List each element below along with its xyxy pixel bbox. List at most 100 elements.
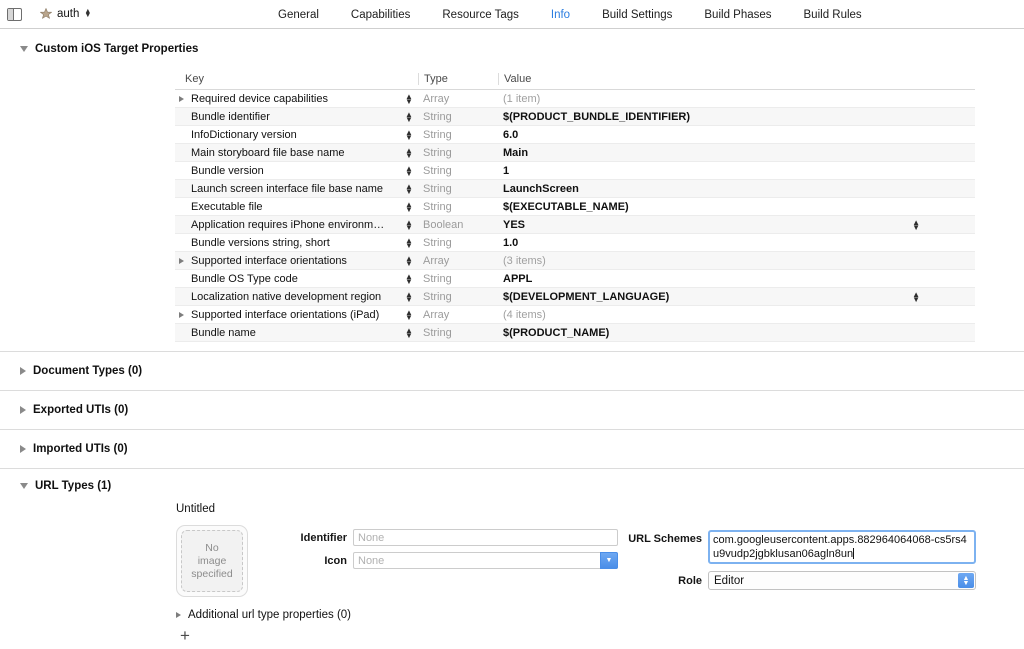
plist-key-cell[interactable]: Main storyboard file base name ▲ ▼ (175, 147, 418, 159)
plist-value-cell[interactable]: (1 item) (498, 93, 975, 105)
disclosure-triangle-right-icon[interactable] (179, 312, 191, 318)
disclosure-triangle-right-icon[interactable] (176, 612, 181, 618)
value-stepper-icon[interactable]: ▲ ▼ (912, 291, 920, 304)
key-stepper-icon[interactable]: ▲ ▼ (402, 309, 416, 321)
key-stepper-icon[interactable]: ▲ ▼ (402, 219, 416, 231)
key-stepper-icon[interactable]: ▲ ▼ (402, 273, 416, 285)
plist-row[interactable]: Bundle version ▲ ▼ String 1 (175, 162, 975, 180)
add-url-type-button[interactable]: + (180, 627, 194, 644)
plist-row[interactable]: Application requires iPhone environm… ▲ ▼ B… (175, 216, 975, 234)
tab-build-phases[interactable]: Build Phases (688, 9, 787, 21)
plist-row[interactable]: Bundle identifier ▲ ▼ String $(PRODUCT_BUNDL… (175, 108, 975, 126)
tab-info[interactable]: Info (535, 9, 586, 21)
plist-type-cell[interactable]: String (418, 291, 498, 303)
role-select[interactable]: Editor ▲ ▼ (708, 571, 976, 590)
plist-type-cell[interactable]: Array (418, 309, 498, 321)
tab-capabilities[interactable]: Capabilities (335, 9, 426, 21)
plist-type-cell[interactable]: String (418, 273, 498, 285)
url-type-entry-name[interactable]: Untitled (176, 503, 1024, 515)
section-header-custom-ios-target-properties[interactable]: Custom iOS Target Properties (0, 38, 1024, 60)
plist-row[interactable]: Bundle OS Type code ▲ ▼ String APPL (175, 270, 975, 288)
key-stepper-icon[interactable]: ▲ ▼ (402, 237, 416, 249)
collapsed-section-header[interactable]: Imported UTIs (0) (0, 430, 1024, 469)
key-stepper-icon[interactable]: ▲ ▼ (402, 111, 416, 123)
navigator-toggle-icon[interactable] (7, 7, 22, 21)
plist-value-cell[interactable]: (3 items) (498, 255, 975, 267)
plist-value-cell[interactable]: $(PRODUCT_BUNDLE_IDENTIFIER) (498, 111, 975, 123)
role-stepper-chevron-icon[interactable]: ▲ ▼ (958, 573, 974, 588)
plist-value-cell[interactable]: $(EXECUTABLE_NAME) (498, 201, 975, 213)
plist-type-cell[interactable]: Boolean (418, 219, 498, 231)
key-stepper-icon[interactable]: ▲ ▼ (402, 147, 416, 159)
disclosure-triangle-right-icon[interactable] (179, 96, 191, 102)
plist-key-cell[interactable]: Localization native development region ▲ ▼ (175, 291, 418, 303)
plist-key-cell[interactable]: Bundle name ▲ ▼ (175, 327, 418, 339)
key-stepper-icon[interactable]: ▲ ▼ (402, 327, 416, 339)
collapsed-section-header[interactable]: Document Types (0) (0, 352, 1024, 391)
plist-key-cell[interactable]: Application requires iPhone environm… ▲ ▼ (175, 219, 418, 231)
disclosure-triangle-right-icon[interactable] (20, 445, 26, 453)
plist-row[interactable]: Main storyboard file base name ▲ ▼ String Ma… (175, 144, 975, 162)
disclosure-triangle-down-icon[interactable] (20, 483, 28, 489)
plist-type-cell[interactable]: Array (418, 255, 498, 267)
plist-value-cell[interactable]: Main (498, 147, 975, 159)
plist-row[interactable]: Bundle name ▲ ▼ String $(PRODUCT_NAME) (175, 324, 975, 342)
plist-type-cell[interactable]: String (418, 201, 498, 213)
icon-input[interactable] (353, 552, 618, 569)
plist-type-cell[interactable]: String (418, 183, 498, 195)
plist-value-cell[interactable]: YES ▲ ▼ (498, 219, 975, 232)
plist-row[interactable]: Required device capabilities ▲ ▼ Array (1 it… (175, 90, 975, 108)
additional-url-type-properties[interactable]: Additional url type properties (0) (176, 609, 1024, 621)
plist-type-cell[interactable]: String (418, 111, 498, 123)
plist-value-cell[interactable]: APPL (498, 273, 975, 285)
tab-build-rules[interactable]: Build Rules (788, 9, 878, 21)
key-stepper-icon[interactable]: ▲ ▼ (402, 255, 416, 267)
plist-key-cell[interactable]: Required device capabilities ▲ ▼ (175, 93, 418, 105)
key-stepper-icon[interactable]: ▲ ▼ (402, 129, 416, 141)
url-schemes-input[interactable]: com.googleusercontent.apps.882964064068-… (708, 530, 976, 564)
plist-row[interactable]: Launch screen interface file base name ▲ ▼… (175, 180, 975, 198)
plist-key-cell[interactable]: Executable file ▲ ▼ (175, 201, 418, 213)
disclosure-triangle-right-icon[interactable] (20, 406, 26, 414)
plist-type-cell[interactable]: String (418, 237, 498, 249)
disclosure-triangle-down-icon[interactable] (20, 46, 28, 52)
value-stepper-icon[interactable]: ▲ ▼ (912, 219, 920, 232)
plist-value-cell[interactable]: $(PRODUCT_NAME) (498, 327, 975, 339)
tab-build-settings[interactable]: Build Settings (586, 9, 688, 21)
plist-row[interactable]: Executable file ▲ ▼ String $(EXECUTABLE_NAME… (175, 198, 975, 216)
plist-key-cell[interactable]: Supported interface orientations (iPad) ▲… (175, 309, 418, 321)
section-header-url-types[interactable]: URL Types (1) (0, 469, 1024, 503)
plist-value-cell[interactable]: 1 (498, 165, 975, 177)
plist-row[interactable]: Localization native development region ▲ ▼… (175, 288, 975, 306)
plist-row[interactable]: Supported interface orientations ▲ ▼ Array (… (175, 252, 975, 270)
plist-row[interactable]: Supported interface orientations (iPad) ▲… (175, 306, 975, 324)
key-stepper-icon[interactable]: ▲ ▼ (402, 201, 416, 213)
key-stepper-icon[interactable]: ▲ ▼ (402, 183, 416, 195)
plist-key-cell[interactable]: Bundle OS Type code ▲ ▼ (175, 273, 418, 285)
plist-key-cell[interactable]: Launch screen interface file base name ▲ ▼ (175, 183, 418, 195)
plist-type-cell[interactable]: String (418, 129, 498, 141)
column-header-type[interactable]: Type (418, 73, 498, 85)
target-chevron-icon[interactable]: ▲ ▼ (84, 8, 91, 19)
plist-key-cell[interactable]: Supported interface orientations ▲ ▼ (175, 255, 418, 267)
plist-value-cell[interactable]: 6.0 (498, 129, 975, 141)
plist-value-cell[interactable]: 1.0 (498, 237, 975, 249)
plist-type-cell[interactable]: String (418, 165, 498, 177)
identifier-input[interactable] (353, 529, 618, 546)
key-stepper-icon[interactable]: ▲ ▼ (402, 291, 416, 303)
url-type-icon-well[interactable]: No image specified (176, 525, 248, 597)
plist-value-cell[interactable]: $(DEVELOPMENT_LANGUAGE) ▲ ▼ (498, 291, 975, 304)
plist-key-cell[interactable]: Bundle versions string, short ▲ ▼ (175, 237, 418, 249)
tab-general[interactable]: General (262, 9, 335, 21)
plist-key-cell[interactable]: InfoDictionary version ▲ ▼ (175, 129, 418, 141)
icon-dropdown-chevron-icon[interactable]: ▼ (600, 552, 618, 569)
column-header-key[interactable]: Key (175, 73, 418, 85)
plist-value-cell[interactable]: LaunchScreen (498, 183, 975, 195)
plist-type-cell[interactable]: Array (418, 93, 498, 105)
key-stepper-icon[interactable]: ▲ ▼ (402, 93, 416, 105)
plist-type-cell[interactable]: String (418, 147, 498, 159)
plist-row[interactable]: InfoDictionary version ▲ ▼ String 6.0 (175, 126, 975, 144)
plist-key-cell[interactable]: Bundle identifier ▲ ▼ (175, 111, 418, 123)
tab-resource-tags[interactable]: Resource Tags (426, 9, 535, 21)
collapsed-section-header[interactable]: Exported UTIs (0) (0, 391, 1024, 430)
